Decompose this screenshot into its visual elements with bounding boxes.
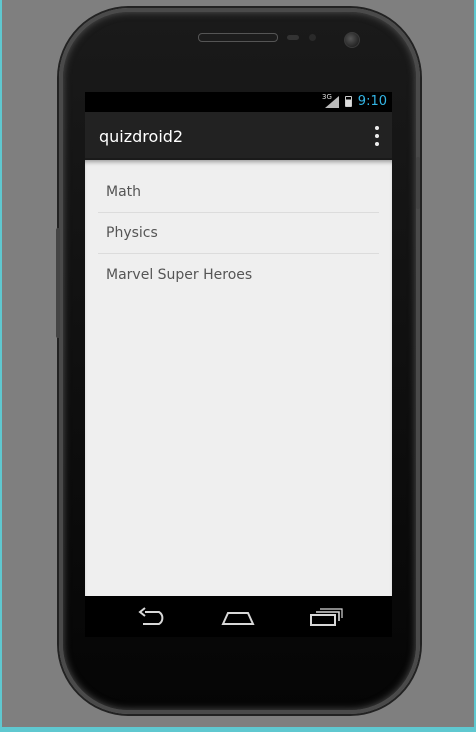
device-screen: 3G 9:10 quizdroid2 Math Physics Marvel S…	[85, 92, 392, 637]
app-title: quizdroid2	[99, 127, 184, 146]
window-border-left	[0, 0, 2, 732]
light-sensor	[309, 34, 316, 41]
home-icon[interactable]	[220, 606, 256, 628]
proximity-sensor	[287, 35, 299, 40]
earpiece-speaker	[198, 33, 278, 42]
back-icon[interactable]	[135, 606, 171, 628]
battery-icon	[345, 96, 352, 107]
signal-icon	[325, 96, 339, 108]
list-item-math[interactable]: Math	[98, 172, 379, 213]
topic-list-container: Math Physics Marvel Super Heroes	[85, 160, 392, 596]
volume-button[interactable]	[56, 228, 60, 338]
power-button[interactable]	[416, 157, 420, 209]
status-bar: 3G 9:10	[85, 92, 392, 112]
action-bar: quizdroid2	[85, 112, 392, 160]
front-camera	[344, 32, 360, 48]
status-time: 9:10	[357, 94, 387, 109]
list-item-physics[interactable]: Physics	[98, 213, 379, 254]
topic-list: Math Physics Marvel Super Heroes	[98, 172, 379, 295]
overflow-menu-icon[interactable]	[370, 126, 384, 146]
navigation-bar	[85, 596, 392, 637]
window-border-bottom	[0, 727, 476, 732]
list-item-marvel-super-heroes[interactable]: Marvel Super Heroes	[98, 254, 379, 295]
recent-apps-icon[interactable]	[308, 606, 344, 628]
